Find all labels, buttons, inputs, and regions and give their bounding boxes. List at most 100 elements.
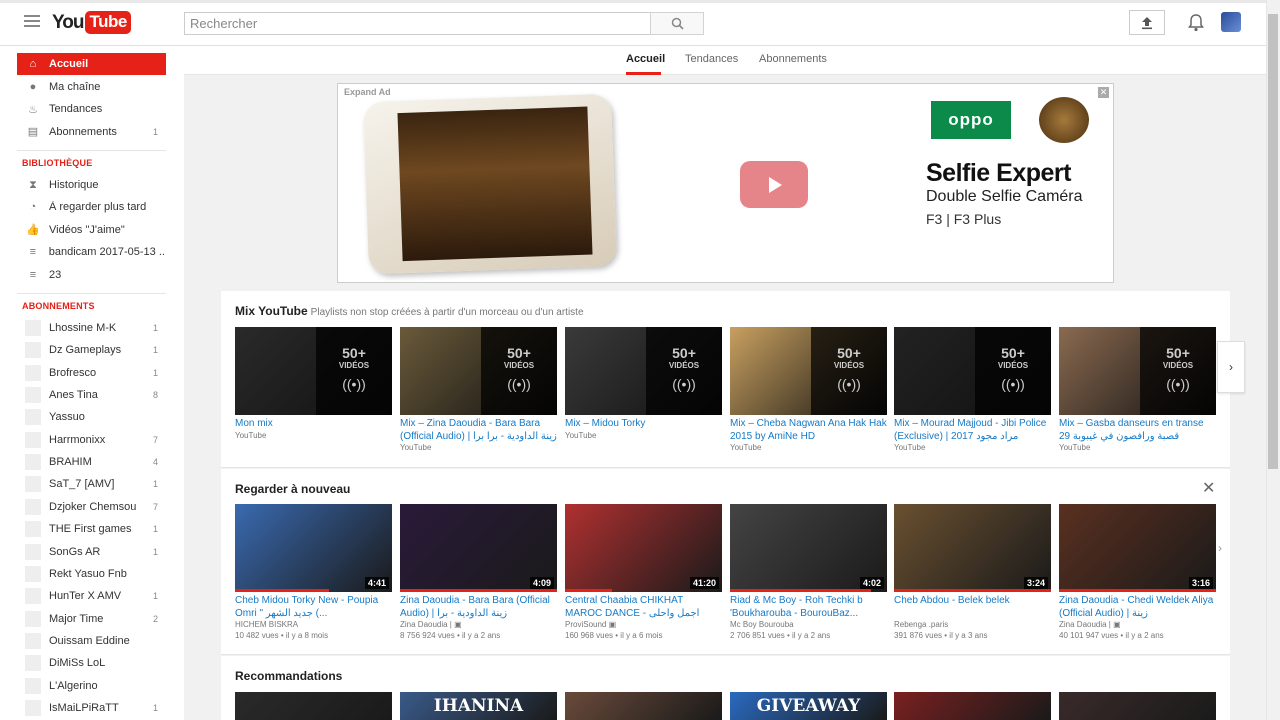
video-thumbnail[interactable]: 3:24 <box>894 504 1051 592</box>
video-thumbnail[interactable]: 50+ VIDÉOS ((•)) <box>565 327 722 415</box>
video-thumbnail[interactable]: 3:16 <box>1059 504 1216 592</box>
video-title[interactable]: Mix – Mourad Majjoud - Jibi Police (Excl… <box>894 418 1051 443</box>
sidebar-library-item[interactable]: ◔ À regarder plus tard <box>17 196 166 218</box>
video-thumbnail[interactable]: 50+ VIDÉOS ((•)) <box>400 327 557 415</box>
video-card[interactable]: 4:41 Cheb Midou Torky New - Poupia Omri "… <box>235 504 392 640</box>
sidebar-subscription-item[interactable]: DiMiSs LoL <box>17 652 166 674</box>
scrollbar-thumb[interactable] <box>1268 14 1278 469</box>
sidebar-subscription-item[interactable]: Rekt Yasuo Fnb <box>17 563 166 585</box>
video-title[interactable]: Cheb Abdou - Belek belek <box>894 595 1051 620</box>
video-title[interactable]: Mix – Gasba danseurs en transe قصبة وراف… <box>1059 418 1216 443</box>
video-title[interactable]: Riad & Mc Boy - Roh Techki b 'Boukharoub… <box>730 595 887 620</box>
video-title[interactable]: Zina Daoudia - Chedi Weldek Aliya (Offic… <box>1059 595 1216 620</box>
video-thumbnail[interactable]: 4:02 <box>730 504 887 592</box>
upload-button[interactable] <box>1129 10 1165 35</box>
channel-name[interactable]: ProviSound ▣ <box>565 620 722 629</box>
channel-name[interactable]: Zina Daoudia | ▣ <box>1059 620 1216 629</box>
video-title[interactable]: Mix – Cheba Nagwan Ana Hak Hak 2015 by A… <box>730 418 887 443</box>
sidebar-subscription-item[interactable]: SonGs AR 1 <box>17 541 166 563</box>
video-thumbnail[interactable] <box>1059 692 1216 720</box>
mix-card[interactable]: 50+ VIDÉOS ((•)) Mix – Midou Torky YouTube <box>565 327 722 440</box>
sidebar-subscription-item[interactable]: Dz Gameplays 1 <box>17 339 166 361</box>
video-title[interactable]: Cheb Midou Torky New - Poupia Omri " جدي… <box>235 595 392 620</box>
channel-name[interactable]: Zina Daoudia | ▣ <box>400 620 557 629</box>
video-thumbnail[interactable] <box>565 692 722 720</box>
mix-card[interactable]: 50+ VIDÉOS ((•)) Mix – Cheba Nagwan Ana Hak… <box>730 327 887 452</box>
video-title[interactable]: Mix – Midou Torky <box>565 418 722 431</box>
sidebar-subscription-item[interactable]: Brofresco 1 <box>17 362 166 384</box>
sidebar-subscription-item[interactable]: IsMaiLPiRaTT 1 <box>17 697 166 719</box>
video-thumbnail[interactable]: GIVEAWAY <box>730 692 887 720</box>
play-button[interactable] <box>740 161 808 208</box>
channel-name[interactable]: Rebenga .paris <box>894 620 1051 629</box>
mix-card[interactable]: 50+ VIDÉOS ((•)) Mix – Gasba danseurs en tr… <box>1059 327 1216 452</box>
shelf-title[interactable]: Mix YouTube Playlists non stop créées à p… <box>235 304 584 318</box>
sidebar-item-accueil[interactable]: ⌂ Accueil <box>17 53 166 75</box>
close-icon[interactable]: ✕ <box>1202 478 1215 498</box>
channel-name[interactable]: HICHEM BISKRA <box>235 620 392 629</box>
video-thumbnail[interactable]: 50+ VIDÉOS ((•)) <box>894 327 1051 415</box>
shelf-title[interactable]: Regarder à nouveau <box>235 482 350 496</box>
sidebar-subscription-item[interactable]: L'Algerino <box>17 675 166 697</box>
notifications-bell-icon[interactable] <box>1187 13 1205 33</box>
sidebar-library-item[interactable]: 👍 Vidéos "J'aime" <box>17 219 166 241</box>
ad-banner[interactable]: Expand Ad ✕ oppo Selfie Expert Double Se… <box>337 83 1114 283</box>
shelf-next-button[interactable]: › <box>1217 341 1245 393</box>
mix-card[interactable]: 50+ VIDÉOS ((•)) Mix – Mourad Majjoud - Jib… <box>894 327 1051 452</box>
video-thumbnail[interactable]: 4:41 <box>235 504 392 592</box>
channel-name[interactable]: YouTube <box>1059 443 1216 452</box>
video-title[interactable]: Mix – Zina Daoudia - Bara Bara (Official… <box>400 418 557 443</box>
video-card[interactable]: 3:24 Cheb Abdou - Belek belek Rebenga .par… <box>894 504 1051 640</box>
sidebar-library-item[interactable]: ≡ bandicam 2017-05-13 ... <box>17 241 166 263</box>
sidebar-subscription-item[interactable]: Dzjoker Chemsou 7 <box>17 496 166 518</box>
tab-tendances[interactable]: Tendances <box>685 53 738 65</box>
sidebar-subscription-item[interactable]: Anes Tina 8 <box>17 384 166 406</box>
video-title[interactable]: Central Chaabia CHIKHAT MAROC DANCE - اج… <box>565 595 722 620</box>
video-thumbnail[interactable]: 50+ VIDÉOS ((•)) <box>1059 327 1216 415</box>
sidebar-item-abonnements[interactable]: ▤ Abonnements 1 <box>17 121 166 143</box>
channel-name[interactable]: YouTube <box>894 443 1051 452</box>
video-thumbnail[interactable]: IHANINA <box>400 692 557 720</box>
mix-card[interactable]: 50+ VIDÉOS ((•)) Mon mix YouTube <box>235 327 392 440</box>
sidebar-subscription-item[interactable]: BRAHIM 4 <box>17 451 166 473</box>
sidebar-subscription-item[interactable]: Major Time 2 <box>17 608 166 630</box>
tab-accueil[interactable]: Accueil <box>626 53 665 65</box>
video-thumbnail[interactable]: 50+ VIDÉOS ((•)) <box>235 327 392 415</box>
video-card[interactable]: 4:02 Riad & Mc Boy - Roh Techki b 'Boukha… <box>730 504 887 640</box>
subscriptions-section-title[interactable]: ABONNEMENTS <box>22 301 95 311</box>
menu-icon[interactable] <box>24 15 40 29</box>
sidebar-library-item[interactable]: ⧗ Historique <box>17 174 166 196</box>
sidebar-subscription-item[interactable]: Lhossine M-K 1 <box>17 317 166 339</box>
video-card[interactable]: 3:16 Zina Daoudia - Chedi Weldek Aliya (O… <box>1059 504 1216 640</box>
search-button[interactable] <box>650 12 704 35</box>
library-section-title[interactable]: BIBLIOTHÈQUE <box>22 158 92 168</box>
video-card[interactable]: 41:20 Central Chaabia CHIKHAT MAROC DANCE… <box>565 504 722 640</box>
video-thumbnail[interactable]: 50+ VIDÉOS ((•)) <box>730 327 887 415</box>
video-title[interactable]: Zina Daoudia - Bara Bara (Official Audio… <box>400 595 557 620</box>
video-thumbnail[interactable]: 4:09 <box>400 504 557 592</box>
channel-name[interactable]: YouTube <box>235 431 392 440</box>
avatar[interactable] <box>1221 12 1241 32</box>
channel-name[interactable]: Mc Boy Bourouba <box>730 620 887 629</box>
sidebar-subscription-item[interactable]: THE First games 1 <box>17 518 166 540</box>
video-thumbnail[interactable] <box>235 692 392 720</box>
channel-name[interactable]: YouTube <box>400 443 557 452</box>
sidebar-item-ma-cha-ne[interactable]: ● Ma chaîne <box>17 76 166 98</box>
video-card[interactable]: 4:09 Zina Daoudia - Bara Bara (Official A… <box>400 504 557 640</box>
close-icon[interactable]: ✕ <box>1098 87 1109 98</box>
sidebar-subscription-item[interactable]: Yassuo <box>17 406 166 428</box>
sidebar-subscription-item[interactable]: SaT_7 [AMV] 1 <box>17 473 166 495</box>
video-title[interactable]: Mon mix <box>235 418 392 431</box>
sidebar-subscription-item[interactable]: Ouissam Eddine <box>17 630 166 652</box>
sidebar-library-item[interactable]: ≡ 23 <box>17 264 166 286</box>
channel-name[interactable]: YouTube <box>730 443 887 452</box>
sidebar-item-tendances[interactable]: ♨ Tendances <box>17 98 166 120</box>
channel-name[interactable]: YouTube <box>565 431 722 440</box>
tab-abonnements[interactable]: Abonnements <box>759 53 827 65</box>
sidebar-subscription-item[interactable]: HunTer X AMV 1 <box>17 585 166 607</box>
shelf-title[interactable]: Recommandations <box>235 669 342 683</box>
video-thumbnail[interactable]: 41:20 <box>565 504 722 592</box>
chevron-right-icon[interactable]: › <box>1218 541 1222 555</box>
mix-card[interactable]: 50+ VIDÉOS ((•)) Mix – Zina Daoudia - Bara … <box>400 327 557 452</box>
video-thumbnail[interactable] <box>894 692 1051 720</box>
